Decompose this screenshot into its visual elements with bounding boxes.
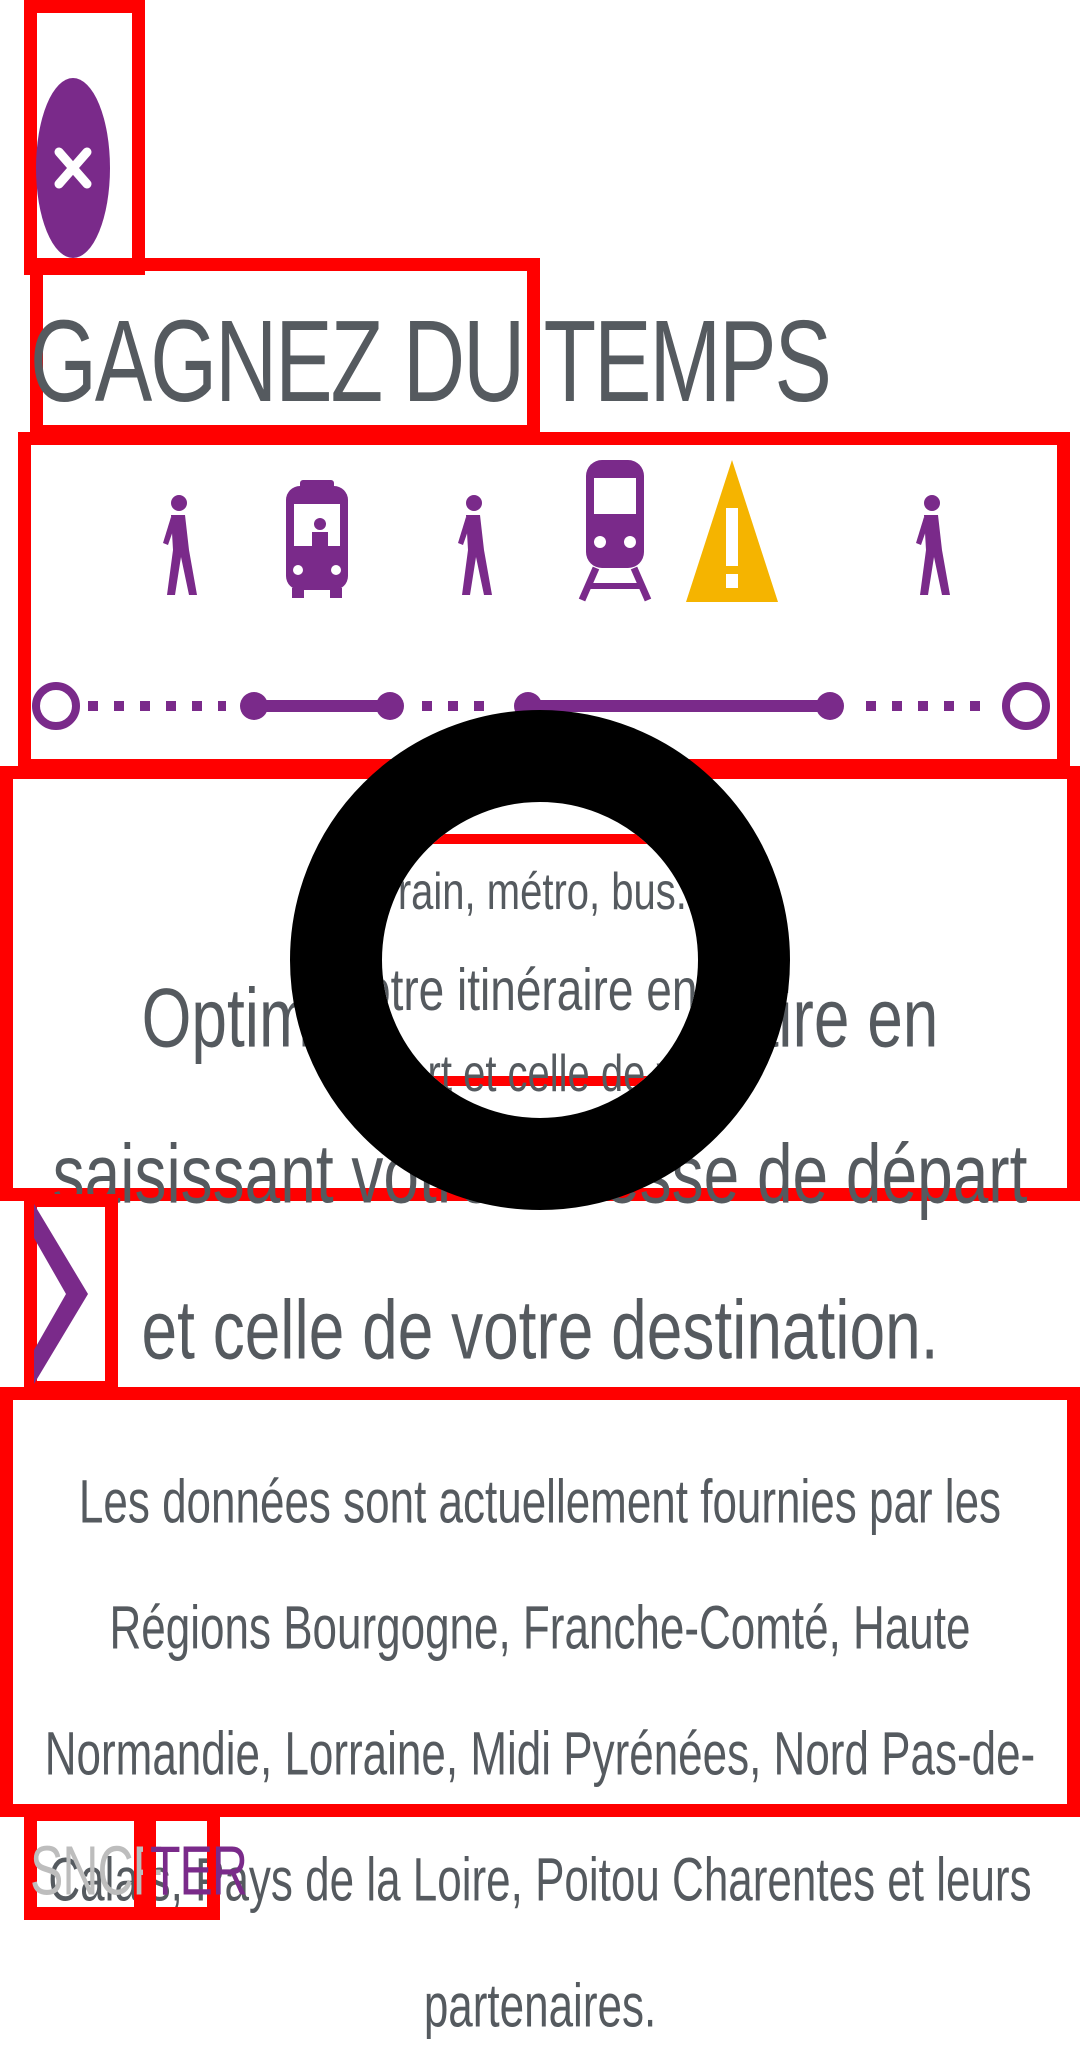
magnifier-overlay: Train, métro, bus... votre itinéraire en… (290, 710, 790, 1210)
close-icon (54, 147, 92, 189)
walk-icon (163, 495, 197, 595)
walk-icon (458, 495, 492, 595)
bus-icon (286, 480, 348, 598)
train-icon (578, 460, 652, 602)
magnifier-line-3: épart et celle de votr (360, 1045, 724, 1103)
magnifier-line-1: Train, métro, bus... (374, 863, 710, 921)
walk-icon (916, 495, 950, 595)
page-title: GAGNEZ DU TEMPS (30, 297, 832, 427)
ter-logo: TER (150, 1831, 248, 1910)
close-button[interactable] (36, 78, 110, 258)
data-sources-text: Les données sont actuellement fournies p… (44, 1468, 1036, 2041)
next-button[interactable] (30, 1200, 92, 1393)
magnifier-line-2: votre itinéraire en saisis (342, 955, 790, 1023)
chevron-right-icon (34, 1204, 88, 1384)
warning-icon (686, 460, 778, 602)
